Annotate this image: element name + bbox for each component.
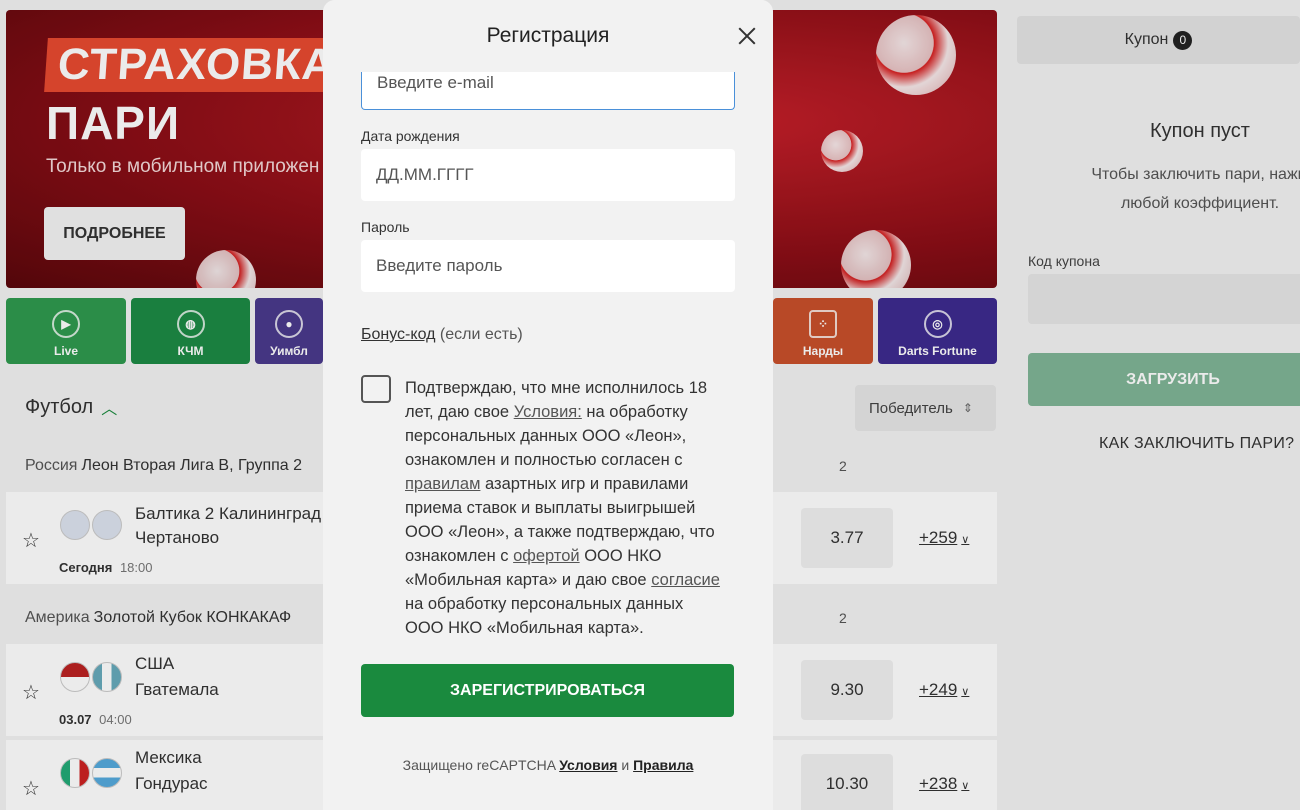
birth-date-label: Дата рождения <box>361 128 460 144</box>
bonus-code-row: Бонус-код (если есть) <box>361 326 523 344</box>
bonus-code-link[interactable]: Бонус-код <box>361 326 435 343</box>
birth-date-field[interactable]: ДД.ММ.ГГГГ <box>361 149 735 201</box>
password-label: Пароль <box>361 219 410 235</box>
bonus-code-suffix: (если есть) <box>439 326 523 343</box>
agreement-link[interactable]: согласие <box>651 571 720 589</box>
terms-link[interactable]: Условия: <box>514 403 582 421</box>
registration-modal: Регистрация Введите e-mail Дата рождения… <box>323 0 773 810</box>
recaptcha-notice: Защищено reCAPTCHA Условия и Правила <box>402 757 694 773</box>
rules-link[interactable]: правилам <box>405 475 480 493</box>
recaptcha-rules-link[interactable]: Правила <box>633 757 693 773</box>
offer-link[interactable]: офертой <box>513 547 580 565</box>
modal-header: Регистрация <box>323 0 773 72</box>
password-field[interactable]: Введите пароль <box>361 240 735 292</box>
modal-title: Регистрация <box>486 24 610 47</box>
register-button[interactable]: ЗАРЕГИСТРИРОВАТЬСЯ <box>361 664 734 717</box>
recaptcha-terms-link[interactable]: Условия <box>559 757 617 773</box>
consent-checkbox[interactable] <box>361 375 391 403</box>
close-icon[interactable] <box>735 24 759 48</box>
consent-text: Подтверждаю, что мне исполнилось 18 лет,… <box>405 379 720 637</box>
